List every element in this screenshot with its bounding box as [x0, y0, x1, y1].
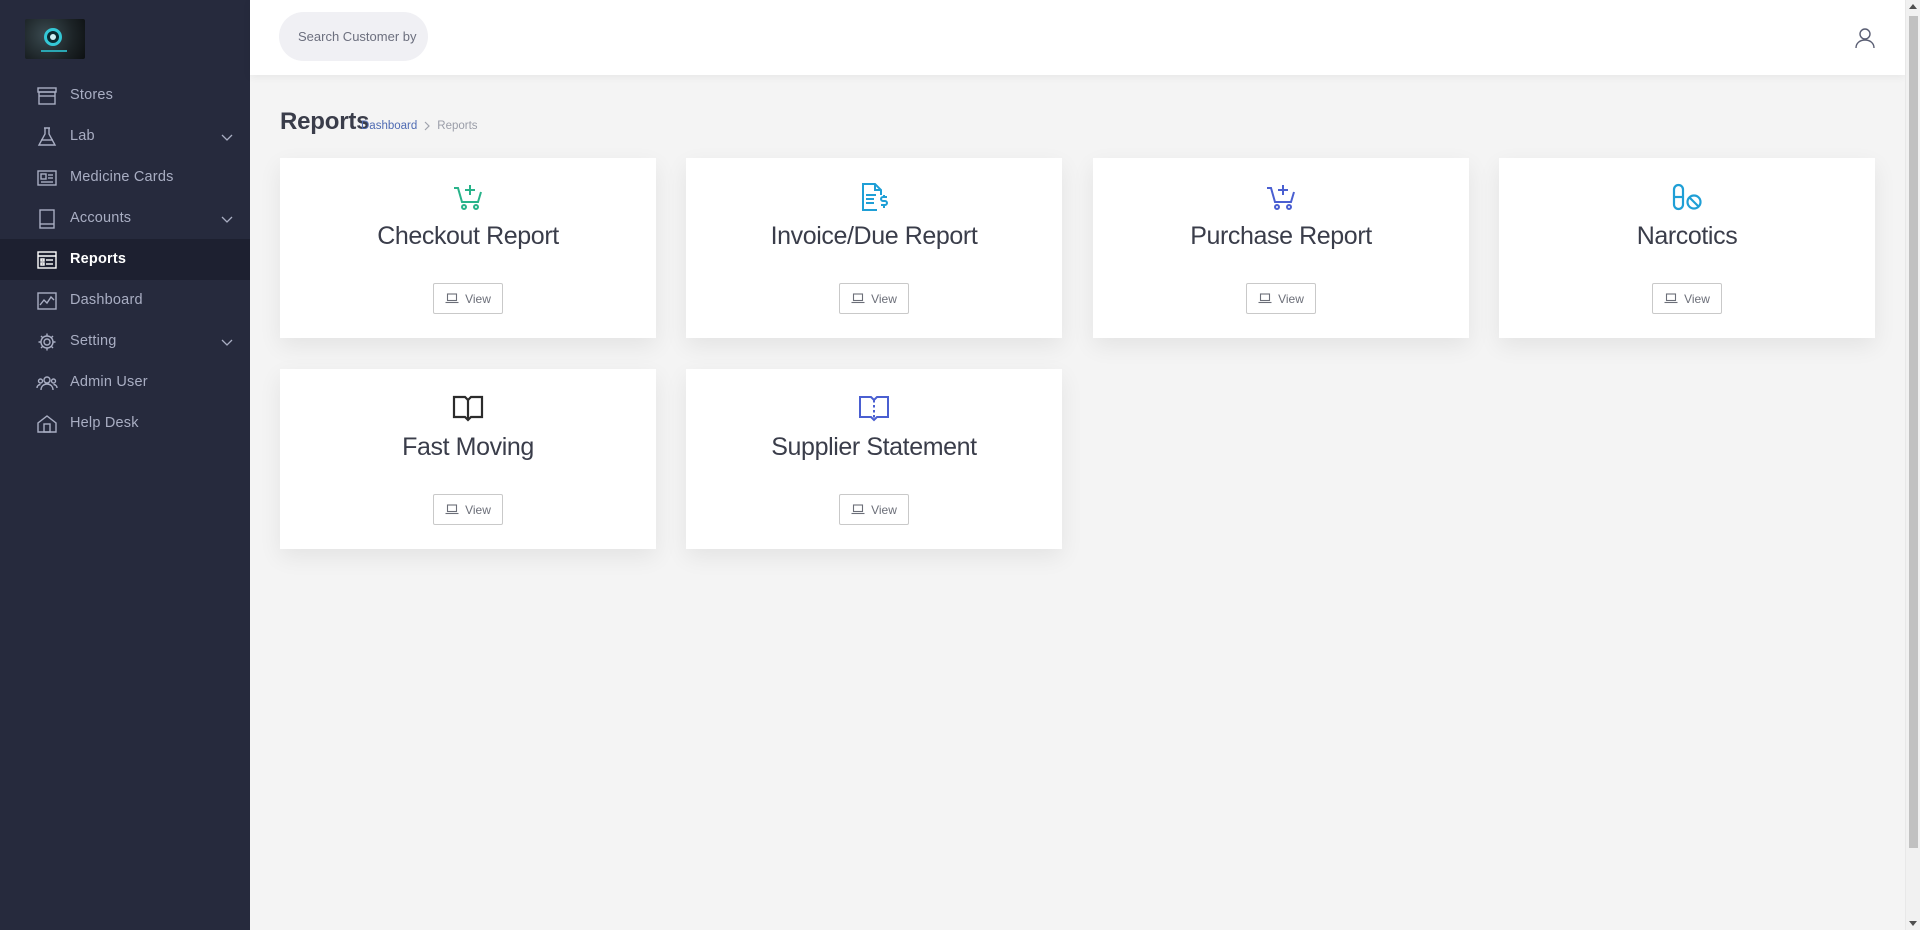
view-button[interactable]: View — [433, 283, 503, 314]
report-card-narcotics: Narcotics View — [1499, 158, 1875, 338]
card-title: Checkout Report — [377, 222, 559, 250]
cart-plus-icon — [1267, 185, 1295, 210]
user-profile-icon[interactable] — [1855, 27, 1875, 49]
scrollbar-thumb[interactable] — [1909, 16, 1918, 848]
ledger-icon — [39, 209, 55, 229]
laptop-icon — [851, 504, 865, 515]
scroll-up-arrow-icon[interactable] — [1909, 4, 1917, 9]
report-card-fast-moving: Fast Moving View — [280, 369, 656, 549]
card-title: Invoice/Due Report — [770, 222, 978, 250]
laptop-icon — [1664, 293, 1678, 304]
sidebar-item-label: Help Desk — [70, 415, 139, 431]
vertical-scrollbar[interactable] — [1905, 0, 1920, 930]
cart-plus-icon — [454, 185, 482, 210]
card-title: Supplier Statement — [771, 433, 977, 461]
chevron-down-icon[interactable] — [220, 130, 234, 144]
scroll-down-arrow-icon[interactable] — [1909, 921, 1917, 926]
view-button-label: View — [871, 291, 897, 306]
sidebar-item-help-desk[interactable]: Help Desk — [0, 403, 250, 444]
sidebar-item-label: Accounts — [70, 210, 132, 226]
gear-icon — [38, 333, 56, 351]
customer-search-input[interactable] — [279, 12, 428, 61]
logo-underline — [41, 50, 67, 52]
view-button-label: View — [1278, 291, 1304, 306]
report-card-purchase: Purchase Report View — [1093, 158, 1469, 338]
laptop-icon — [1258, 293, 1272, 304]
breadcrumb-current: Reports — [437, 120, 478, 132]
report-card-invoice-due: Invoice/Due Report View — [686, 158, 1062, 338]
card-title: Purchase Report — [1190, 222, 1372, 250]
sidebar-item-label: Stores — [70, 87, 114, 103]
view-button[interactable]: View — [433, 494, 503, 525]
sidebar-item-dashboard[interactable]: Dashboard — [0, 280, 250, 321]
report-icon — [37, 251, 57, 269]
id-card-icon — [37, 170, 57, 186]
invoice-dollar-icon — [862, 183, 888, 211]
report-card-checkout: Checkout Report View — [280, 158, 656, 338]
flask-icon — [37, 127, 57, 146]
sidebar-item-label: Reports — [70, 251, 127, 267]
view-button-label: View — [871, 502, 897, 517]
topbar — [250, 0, 1905, 75]
breadcrumb: Dashboard Reports — [361, 120, 478, 132]
sidebar-menu: Stores Lab Medicine Cards Accounts Repor… — [0, 75, 250, 444]
sidebar-item-lab[interactable]: Lab — [0, 116, 250, 157]
card-title: Narcotics — [1636, 222, 1738, 250]
logo-mark — [44, 28, 62, 46]
view-button-label: View — [465, 291, 491, 306]
view-button[interactable]: View — [839, 494, 909, 525]
view-button[interactable]: View — [1246, 283, 1316, 314]
sidebar: Stores Lab Medicine Cards Accounts Repor… — [0, 0, 250, 930]
sidebar-item-label: Lab — [70, 128, 95, 144]
sidebar-item-label: Admin User — [70, 374, 148, 390]
chevron-down-icon[interactable] — [220, 335, 234, 349]
sidebar-item-stores[interactable]: Stores — [0, 75, 250, 116]
chevron-right-icon — [424, 121, 431, 131]
sidebar-item-admin-user[interactable]: Admin User — [0, 362, 250, 403]
page-title: Reports — [280, 108, 370, 135]
view-button[interactable]: View — [839, 283, 909, 314]
sidebar-item-label: Setting — [70, 333, 117, 349]
open-book-icon — [859, 396, 889, 422]
sidebar-item-medicine-cards[interactable]: Medicine Cards — [0, 157, 250, 198]
help-desk-icon — [37, 415, 57, 433]
view-button-label: View — [465, 502, 491, 517]
pill-cancel-icon — [1672, 183, 1702, 211]
users-icon — [36, 376, 58, 391]
breadcrumb-link-dashboard[interactable]: Dashboard — [361, 120, 417, 132]
laptop-icon — [445, 293, 459, 304]
laptop-icon — [851, 293, 865, 304]
sidebar-item-label: Medicine Cards — [70, 169, 174, 185]
chart-icon — [37, 292, 57, 310]
chevron-down-icon[interactable] — [220, 212, 234, 226]
app-logo[interactable] — [25, 19, 85, 59]
view-button[interactable]: View — [1652, 283, 1722, 314]
open-book-icon — [452, 395, 484, 422]
sidebar-item-reports[interactable]: Reports — [0, 239, 250, 280]
sidebar-item-label: Dashboard — [70, 292, 143, 308]
sidebar-item-setting[interactable]: Setting — [0, 321, 250, 362]
store-icon — [37, 87, 57, 105]
laptop-icon — [445, 504, 459, 515]
view-button-label: View — [1684, 291, 1710, 306]
card-title: Fast Moving — [402, 433, 534, 461]
sidebar-item-accounts[interactable]: Accounts — [0, 198, 250, 239]
report-card-supplier-statement: Supplier Statement View — [686, 369, 1062, 549]
